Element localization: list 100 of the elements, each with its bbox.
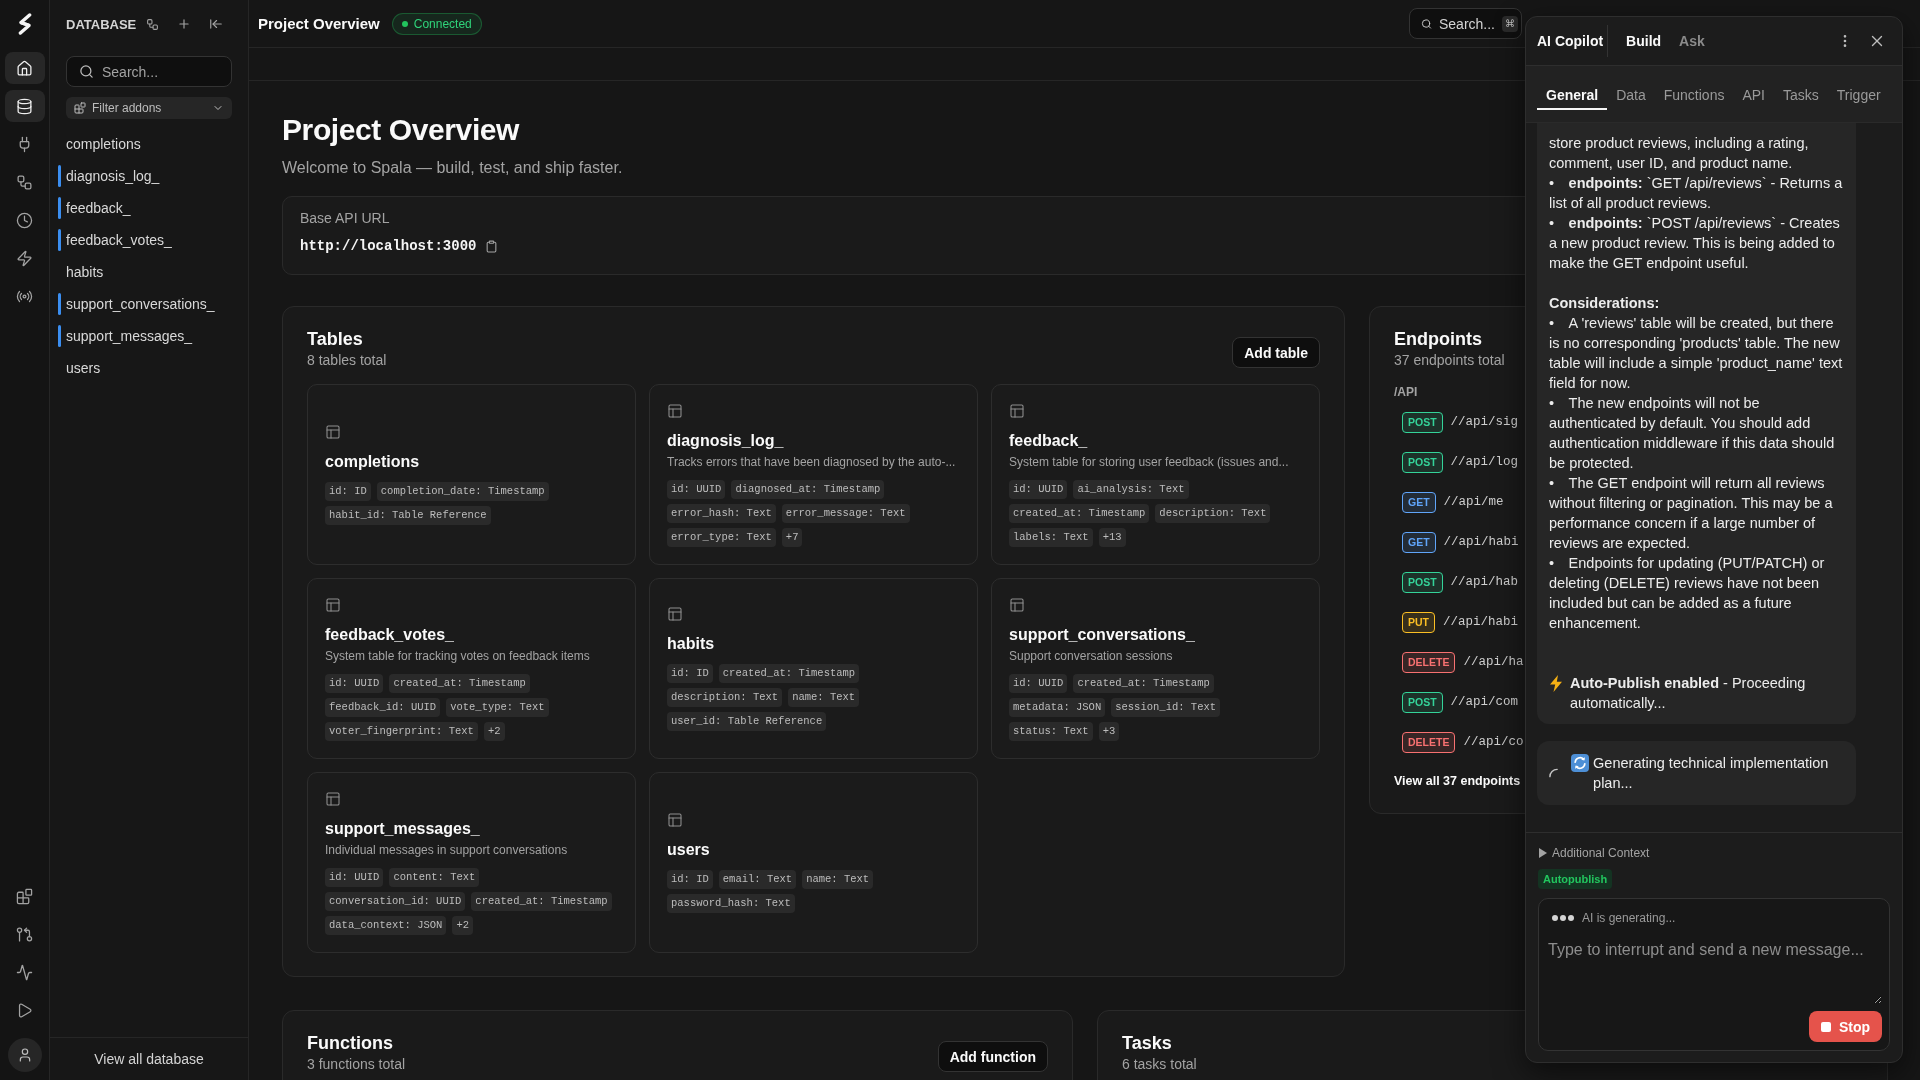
- message-text: • endpoints: `GET /api/reviews` - Returns a list of all product reviews.: [1549, 175, 1843, 211]
- field-tag: completion_date: Timestamp: [376, 482, 549, 501]
- field-tag: id: UUID: [325, 673, 384, 693]
- add-button[interactable]: Add table: [1232, 337, 1320, 368]
- play-icon[interactable]: [16, 1001, 33, 1019]
- context-toggle[interactable]: Additional Context: [1538, 846, 1650, 860]
- table-card[interactable]: feedback_ System table for storing user feedback (issues and... id: UUID ai_analysis: Text created_at: Timestamp description: Text labels: Text +13: [991, 384, 1320, 565]
- table-name: habits: [667, 634, 715, 654]
- endpoint-path: //api/co: [1463, 735, 1524, 749]
- filter-dropdown[interactable]: Filter addons: [66, 97, 232, 119]
- message-text: Generating technical implementation plan...: [1593, 754, 1830, 793]
- pulse-icon[interactable]: [16, 963, 33, 981]
- message-text: • Endpoints for updating (PUT/PATCH) or deleting (DELETE) reviews have not been included but can be added as a future enhancement.: [1549, 555, 1825, 631]
- table-icon: [667, 402, 683, 419]
- logo-icon[interactable]: [16, 13, 33, 35]
- sidebar-item[interactable]: support_messages_: [58, 320, 193, 352]
- sidebar-item[interactable]: feedback_votes_: [58, 224, 172, 256]
- method-tag: POST: [1402, 411, 1443, 433]
- sidebar-item[interactable]: users: [58, 352, 101, 384]
- field-tag: labels: Text: [1009, 527, 1093, 547]
- field-tag: vote_type: Text: [446, 697, 549, 717]
- workflow-icon: [16, 173, 33, 191]
- pull-request-icon[interactable]: [16, 925, 33, 943]
- table-card[interactable]: diagnosis_log_ Tracks errors that have been diagnosed by the auto-... id: UUID diagnosed_at: Timestamp error_hash: Text error_message: Text error_type: Text +7: [649, 384, 978, 565]
- table-name: diagnosis_log_: [667, 430, 784, 451]
- field-tag: conversation_id: UUID: [325, 891, 466, 911]
- method-tag: GET: [1402, 491, 1436, 513]
- sidebar-title: DATABASE: [66, 16, 137, 32]
- view-all-link[interactable]: View all database: [94, 1051, 204, 1067]
- table-card[interactable]: feedback_votes_ System table for tracking votes on feedback items id: UUID created_at: Timestamp feedback_id: UUID vote_type: Text voter_fingerprint: Text +2: [307, 578, 636, 759]
- field-tag: created_at: Timestamp: [718, 664, 860, 683]
- table-card[interactable]: support_messages_ Individual messages in support conversations id: UUID content: Text conversation_id: UUID created_at: Timestamp data_context: JSON +2: [307, 772, 636, 953]
- tab[interactable]: API: [1733, 80, 1774, 110]
- field-tag: diagnosed_at: Timestamp: [731, 479, 885, 499]
- stop-button[interactable]: Stop: [1808, 1011, 1882, 1042]
- arrow-left-line-icon[interactable]: [209, 17, 224, 31]
- sidebar-item[interactable]: completions: [58, 128, 141, 160]
- table-name: feedback_: [1009, 430, 1088, 451]
- table-name: support_messages_: [325, 818, 480, 839]
- workflow-icon[interactable]: [146, 17, 160, 31]
- mode-tab[interactable]: Build: [1626, 33, 1662, 49]
- field-tag: habit_id: Table Reference: [325, 506, 491, 525]
- table-card[interactable]: support_conversations_ Support conversation sessions id: UUID created_at: Timestamp metadata: JSON session_id: Text status: Text +3: [991, 578, 1320, 759]
- search-button[interactable]: Search... ⌘: [1409, 8, 1522, 39]
- user-avatar-icon[interactable]: [7, 1038, 42, 1072]
- section-count: 37 endpoints total: [1394, 351, 1505, 369]
- method-tag: GET: [1402, 531, 1436, 553]
- tab[interactable]: Data: [1607, 80, 1655, 110]
- sidebar-item[interactable]: habits: [58, 256, 104, 288]
- table-icon: [1009, 402, 1025, 419]
- copy-icon[interactable]: [485, 239, 499, 253]
- search-input[interactable]: Search...: [102, 63, 221, 80]
- sidebar-item[interactable]: diagnosis_log_: [58, 160, 160, 192]
- field-tag: metadata: JSON: [1009, 697, 1106, 717]
- field-tag: id: ID: [667, 870, 713, 889]
- table-card[interactable]: users id: ID email: Text name: Text password_hash: Text: [649, 772, 978, 953]
- rail-item[interactable]: [4, 90, 45, 122]
- lightning-emoji-icon: [1549, 675, 1563, 692]
- add-button[interactable]: Add function: [937, 1041, 1048, 1072]
- message-text: Auto-Publish enabled - Proceeding automatically...: [1570, 674, 1807, 713]
- page-subtitle: Welcome to Spala — build, test, and ship faster.: [282, 158, 623, 178]
- caret-right-icon: [1539, 848, 1547, 858]
- tab[interactable]: Functions: [1654, 80, 1734, 110]
- field-tag: data_context: JSON: [325, 915, 447, 935]
- table-name: feedback_votes_: [325, 624, 454, 645]
- field-tag: id: ID: [325, 482, 371, 501]
- clock-icon: [16, 211, 33, 229]
- field-tag: created_at: Timestamp: [1073, 673, 1214, 693]
- method-tag: DELETE: [1402, 651, 1456, 673]
- table-icon: [667, 606, 683, 622]
- table-description: System table for storing user feedback (issues and...: [1009, 453, 1289, 471]
- blocks-icon[interactable]: [16, 887, 33, 905]
- spinner-icon: [1549, 768, 1559, 778]
- section-count: 3 functions total: [307, 1055, 406, 1073]
- tab[interactable]: General: [1537, 80, 1608, 110]
- composer-field[interactable]: AI is generating... Type to interrupt and send a new message... Stop: [1538, 898, 1890, 1051]
- shortcut-key: ⌘: [1502, 15, 1518, 32]
- table-card[interactable]: completions id: ID completion_date: Timestamp habit_id: Table Reference: [307, 384, 636, 565]
- field-tag: description: Text: [1155, 503, 1271, 523]
- marker-icon: [58, 293, 61, 315]
- table-description: Tracks errors that have been diagnosed by the auto-...: [667, 453, 956, 471]
- status-dot-icon: [401, 20, 408, 27]
- tab[interactable]: Tasks: [1774, 80, 1828, 110]
- table-description: Individual messages in support conversations: [325, 841, 568, 859]
- marker-icon: [58, 197, 61, 219]
- field-tag: id: UUID: [325, 867, 384, 887]
- table-card[interactable]: habits id: ID created_at: Timestamp description: Text name: Text user_id: Table Reference: [649, 578, 978, 759]
- view-all-link[interactable]: View all 37 endpoints: [1394, 772, 1521, 790]
- sidebar-item[interactable]: support_conversations_: [58, 288, 215, 320]
- home-icon: [16, 59, 33, 77]
- typing-dots-icon: [1552, 915, 1574, 921]
- database-icon: [16, 97, 33, 115]
- sidebar-item[interactable]: feedback_: [58, 192, 131, 224]
- plus-icon[interactable]: [177, 17, 192, 31]
- message-input[interactable]: Type to interrupt and send a new message...: [1547, 938, 1882, 1004]
- tab[interactable]: Trigger: [1827, 80, 1890, 110]
- mode-tab[interactable]: Ask: [1679, 33, 1705, 49]
- search-field[interactable]: Search...: [66, 56, 232, 87]
- rail-item[interactable]: [4, 52, 45, 84]
- endpoint-path: //api/log: [1450, 455, 1519, 469]
